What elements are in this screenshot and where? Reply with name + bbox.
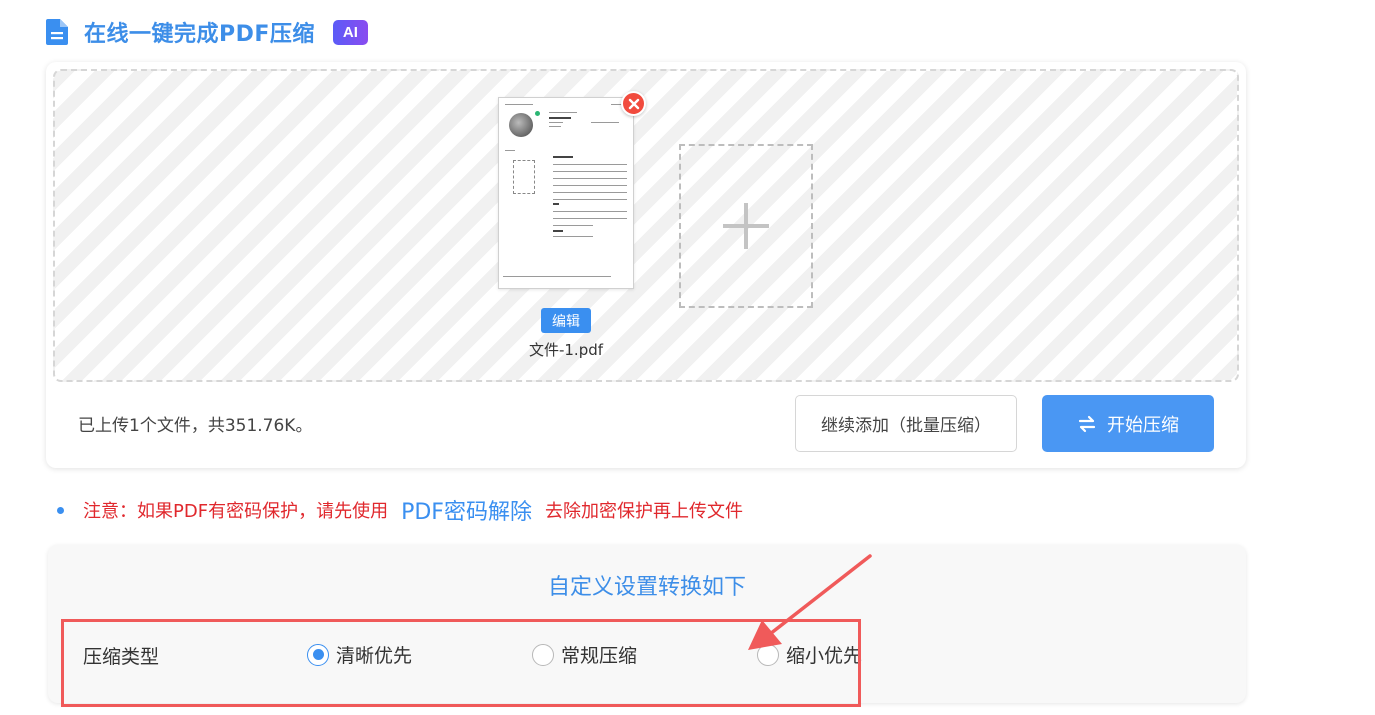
radio-button[interactable] (757, 643, 779, 666)
upload-card: 编辑 文件-1.pdf 已上传1个文件，共351.76K。 继续添加（批量压缩）… (46, 62, 1246, 468)
settings-title: 自定义设置转换如下 (547, 575, 746, 600)
continue-add-button[interactable]: 继续添加（批量压缩） (795, 395, 1017, 452)
pdf-thumbnail (498, 97, 634, 289)
radio-button[interactable] (532, 643, 554, 666)
radio-option-smaller-first[interactable]: 缩小优先 (757, 641, 862, 668)
pdf-password-remove-link[interactable]: PDF密码解除 (401, 494, 532, 526)
settings-card: 自定义设置转换如下 压缩类型 清晰优先 常规压缩 缩小优先 (48, 545, 1246, 703)
password-notice: 注意：如果PDF有密码保护，请先使用 PDF密码解除 去除加密保护再上传文件 (57, 493, 743, 527)
upload-status-text: 已上传1个文件，共351.76K。 (78, 416, 313, 436)
notice-suffix: 去除加密保护再上传文件 (544, 501, 743, 522)
radio-option-label: 缩小优先 (786, 645, 863, 667)
file-name: 文件-1.pdf (528, 341, 604, 359)
start-compress-button[interactable]: 开始压缩 (1042, 395, 1214, 452)
file-dropzone[interactable]: 编辑 文件-1.pdf (53, 69, 1239, 382)
start-compress-label: 开始压缩 (1107, 414, 1179, 436)
radio-option-standard[interactable]: 常规压缩 (532, 641, 637, 668)
close-icon (628, 98, 639, 109)
ai-badge: AI (332, 19, 368, 45)
edit-file-button[interactable]: 编辑 (541, 308, 591, 333)
bullet-dot (57, 506, 64, 514)
radio-option-label: 清晰优先 (336, 645, 413, 667)
radio-option-clarity-first[interactable]: 清晰优先 (307, 641, 412, 668)
plus-icon (723, 203, 769, 249)
remove-file-button[interactable] (621, 91, 646, 116)
radio-button-checked[interactable] (307, 643, 329, 666)
document-icon (46, 19, 68, 45)
compress-type-label: 压缩类型 (83, 646, 160, 668)
notice-prefix: 注意：如果PDF有密码保护，请先使用 (83, 501, 389, 522)
page-title: 在线一键完成PDF压缩 (84, 22, 315, 47)
add-file-button[interactable] (679, 144, 813, 308)
radio-option-label: 常规压缩 (561, 645, 638, 667)
page-header: 在线一键完成PDF压缩 AI (46, 16, 368, 48)
swap-icon (1078, 415, 1096, 432)
